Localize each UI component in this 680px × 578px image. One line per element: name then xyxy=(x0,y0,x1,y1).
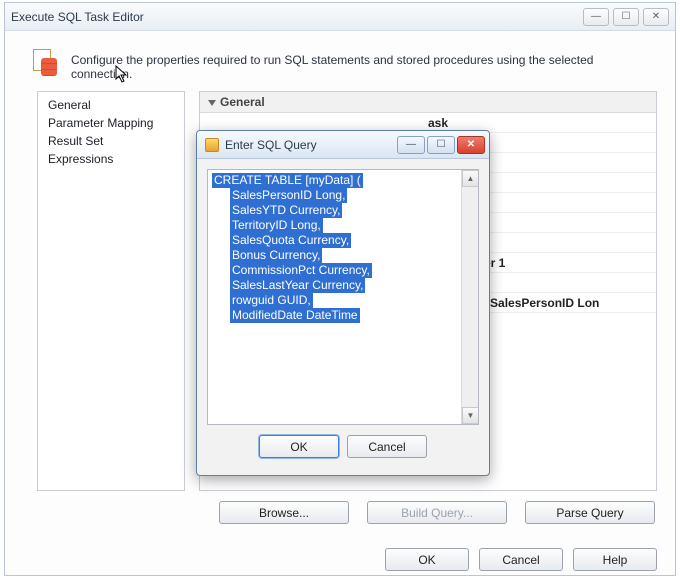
scroll-up-icon[interactable]: ▲ xyxy=(462,170,479,187)
nav-item-expressions[interactable]: Expressions xyxy=(38,150,184,168)
help-button[interactable]: Help xyxy=(573,548,657,571)
ok-button[interactable]: OK xyxy=(385,548,469,571)
modal-maximize-button[interactable]: ☐ xyxy=(427,136,455,154)
maximize-button[interactable]: ☐ xyxy=(613,8,639,26)
nav-item-general[interactable]: General xyxy=(38,96,184,114)
enter-sql-query-dialog: Enter SQL Query — ☐ ✕ CREATE TABLE [myDa… xyxy=(196,130,490,476)
task-icon xyxy=(31,49,59,77)
modal-ok-button[interactable]: OK xyxy=(259,435,339,458)
close-button[interactable]: ✕ xyxy=(643,8,669,26)
browse-button[interactable]: Browse... xyxy=(219,501,349,524)
sql-icon xyxy=(205,138,219,152)
chevron-down-icon xyxy=(208,100,216,106)
nav-item-parameter-mapping[interactable]: Parameter Mapping xyxy=(38,114,184,132)
modal-title: Enter SQL Query xyxy=(225,138,317,152)
minimize-button[interactable]: — xyxy=(583,8,609,26)
nav-panel: General Parameter Mapping Result Set Exp… xyxy=(37,91,185,491)
banner: Configure the properties required to run… xyxy=(5,31,675,91)
banner-text: Configure the properties required to run… xyxy=(71,49,657,81)
nav-item-result-set[interactable]: Result Set xyxy=(38,132,184,150)
editor-titlebar[interactable]: Execute SQL Task Editor — ☐ ✕ xyxy=(5,3,675,31)
scroll-down-icon[interactable]: ▼ xyxy=(462,407,479,424)
cancel-button[interactable]: Cancel xyxy=(479,548,563,571)
modal-minimize-button[interactable]: — xyxy=(397,136,425,154)
modal-close-button[interactable]: ✕ xyxy=(457,136,485,154)
build-query-button[interactable]: Build Query... xyxy=(367,501,507,524)
parse-query-button[interactable]: Parse Query xyxy=(525,501,655,524)
modal-cancel-button[interactable]: Cancel xyxy=(347,435,427,458)
sql-scrollbar[interactable]: ▲ ▼ xyxy=(461,170,478,424)
editor-title: Execute SQL Task Editor xyxy=(11,10,144,24)
modal-titlebar[interactable]: Enter SQL Query — ☐ ✕ xyxy=(197,131,489,159)
sql-query-textarea[interactable]: CREATE TABLE [myData] ( SalesPersonID Lo… xyxy=(207,169,479,425)
group-general[interactable]: General xyxy=(200,92,656,113)
